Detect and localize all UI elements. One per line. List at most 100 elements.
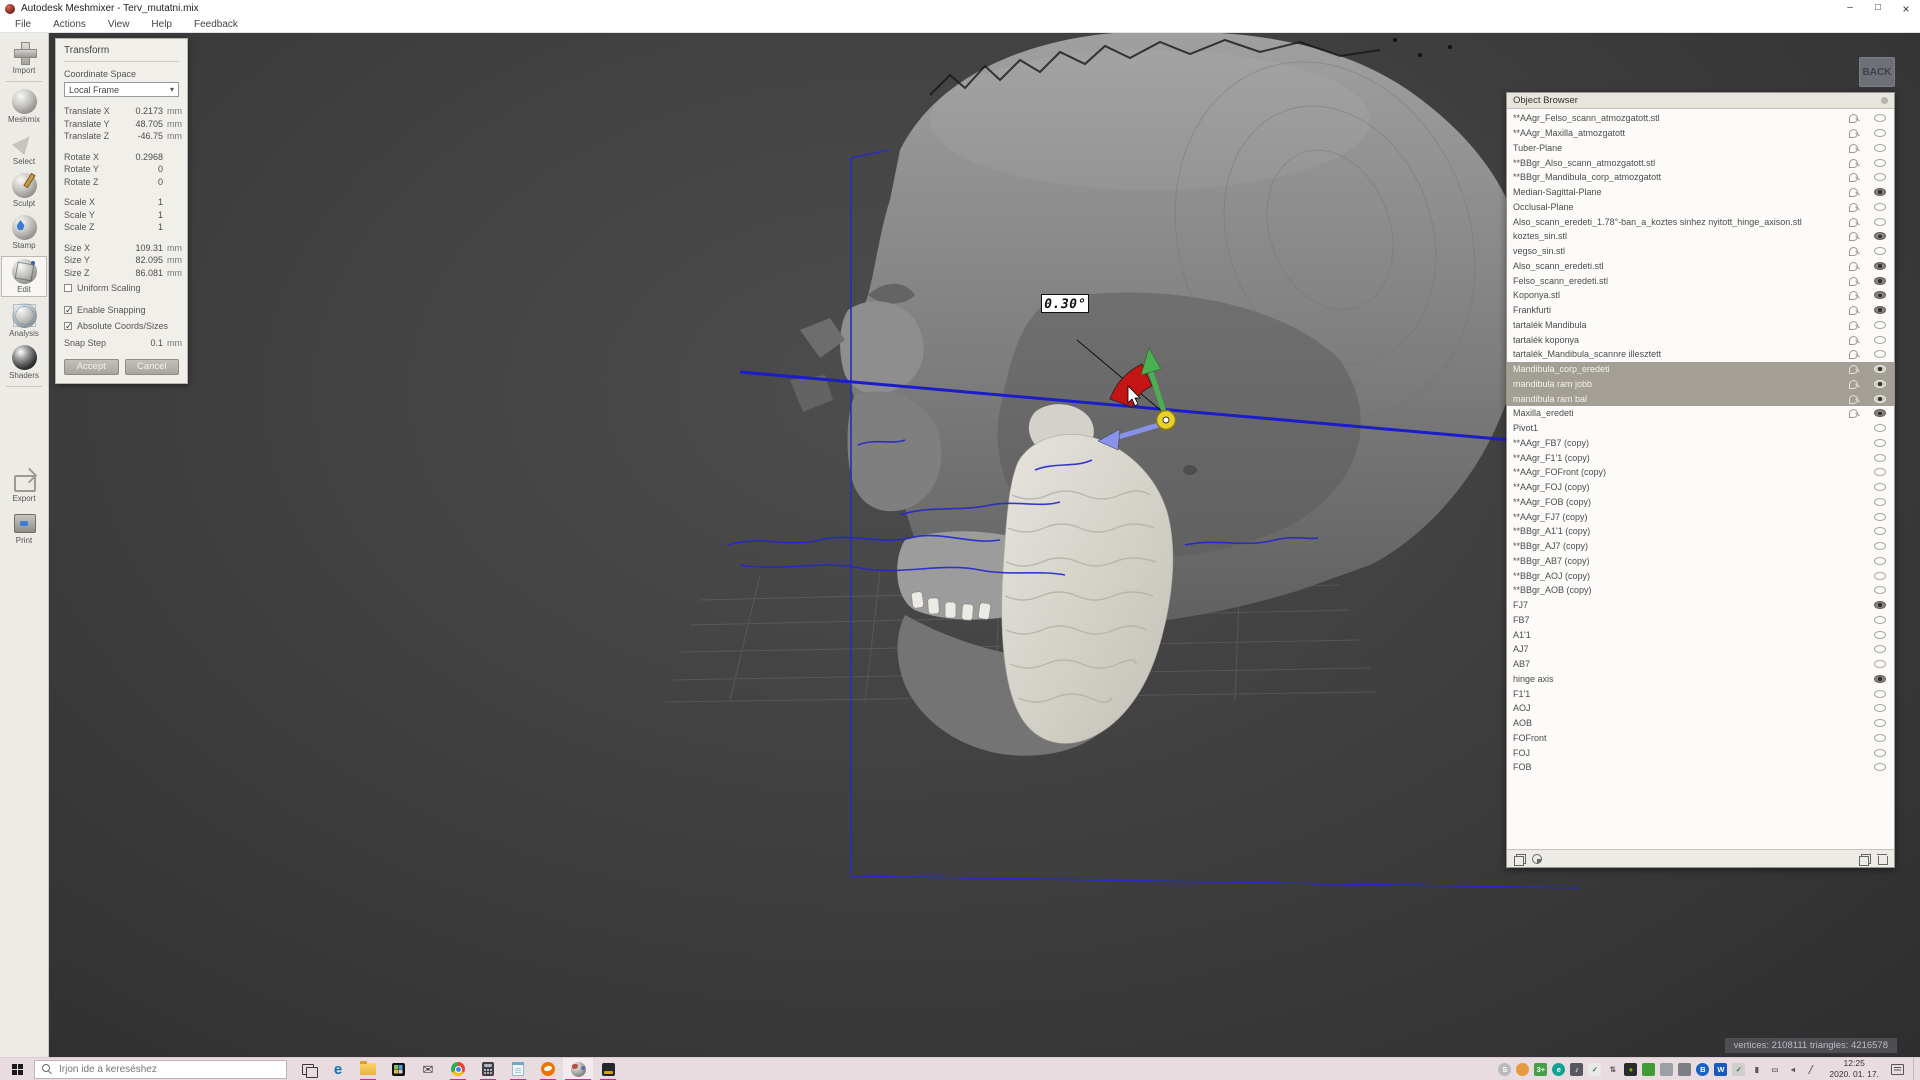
tray-volume[interactable]: ◄ (1786, 1063, 1799, 1076)
eye-closed-icon[interactable] (1866, 572, 1894, 580)
object-row[interactable]: tartalék Mandibula (1507, 318, 1894, 333)
eye-open-icon[interactable] (1866, 675, 1894, 683)
field-value[interactable]: 1 (125, 210, 163, 220)
object-row[interactable]: AJ7 (1507, 642, 1894, 657)
taskbar-store[interactable] (383, 1058, 413, 1080)
object-row[interactable]: Occlusal-Plane (1507, 200, 1894, 215)
object-row[interactable]: hinge axis (1507, 672, 1894, 687)
eye-closed-icon[interactable] (1866, 159, 1894, 167)
tray-s-badge[interactable]: S (1498, 1063, 1511, 1076)
object-row[interactable]: Pivot1 (1507, 421, 1894, 436)
taskbar-chrome[interactable] (443, 1058, 473, 1080)
pin-target-icon[interactable] (1842, 261, 1866, 271)
tray-microphone[interactable]: ♪ (1570, 1063, 1583, 1076)
object-row[interactable]: A1'1 (1507, 627, 1894, 642)
tray-nvidia-settings[interactable]: ● (1624, 1063, 1637, 1076)
object-row[interactable]: Maxilla_eredeti (1507, 406, 1894, 421)
eye-closed-icon[interactable] (1866, 586, 1894, 594)
field-translate-y[interactable]: Translate Y48.705mm (64, 118, 179, 131)
eye-closed-icon[interactable] (1866, 439, 1894, 447)
field-value[interactable]: 1 (125, 222, 163, 232)
object-row[interactable]: FJ7 (1507, 598, 1894, 613)
field-value[interactable]: 86.081 (125, 268, 163, 278)
search-input[interactable] (59, 1064, 286, 1075)
field-scale-z[interactable]: Scale Z1 (64, 221, 179, 234)
field-size-x[interactable]: Size X109.31mm (64, 242, 179, 255)
tray-usb-device[interactable]: ▮ (1750, 1063, 1763, 1076)
eye-closed-icon[interactable] (1866, 513, 1894, 521)
tool-analysis[interactable]: Analysis (0, 303, 48, 338)
eye-open-icon[interactable] (1866, 232, 1894, 240)
eye-closed-icon[interactable] (1866, 498, 1894, 506)
cancel-button[interactable]: Cancel (125, 359, 180, 375)
eye-closed-icon[interactable] (1866, 247, 1894, 255)
tool-edit[interactable]: Edit (2, 257, 46, 296)
field-value[interactable]: 109.31 (125, 243, 163, 253)
object-row[interactable]: Mandibula_corp_eredeti (1507, 362, 1894, 377)
start-button[interactable] (0, 1058, 34, 1080)
eye-closed-icon[interactable] (1866, 631, 1894, 639)
notification-center-icon[interactable] (1891, 1064, 1904, 1075)
field-size-y[interactable]: Size Y82.095mm (64, 254, 179, 267)
field-size-z[interactable]: Size Z86.081mm (64, 267, 179, 280)
snap-step-field[interactable]: Snap Step 0.1 mm (64, 337, 179, 350)
field-rotate-y[interactable]: Rotate Y0 (64, 163, 179, 176)
eye-closed-icon[interactable] (1866, 321, 1894, 329)
eye-closed-icon[interactable] (1866, 454, 1894, 462)
tray-updown-arrows[interactable]: ⇅ (1606, 1063, 1619, 1076)
tray-update-badge[interactable]: 3+ (1534, 1063, 1547, 1076)
object-row[interactable]: **AAgr_FJ7 (copy) (1507, 509, 1894, 524)
pin-target-icon[interactable] (1842, 335, 1866, 345)
tray-orange-ball[interactable] (1516, 1063, 1529, 1076)
object-row[interactable]: **BBgr_AOB (copy) (1507, 583, 1894, 598)
eye-closed-icon[interactable] (1866, 660, 1894, 668)
pin-target-icon[interactable] (1842, 158, 1866, 168)
absolute-coords-checkbox[interactable]: Absolute Coords/Sizes (64, 319, 179, 333)
object-row[interactable]: tartalék_Mandibula_scannre illesztett (1507, 347, 1894, 362)
eye-open-icon[interactable] (1866, 365, 1894, 373)
tool-import[interactable]: Import (0, 40, 48, 75)
tray-display-network[interactable]: ▭ (1768, 1063, 1781, 1076)
object-row[interactable]: Also_scann_eredeti.stl (1507, 259, 1894, 274)
eye-closed-icon[interactable] (1866, 144, 1894, 152)
taskbar-calculator[interactable] (473, 1058, 503, 1080)
field-value[interactable]: 1 (125, 197, 163, 207)
pivot-icon[interactable] (1531, 853, 1543, 865)
show-desktop-button[interactable] (1913, 1058, 1918, 1080)
object-row[interactable]: Median-Sagittal-Plane (1507, 185, 1894, 200)
tray-screen-app[interactable] (1678, 1063, 1691, 1076)
object-row[interactable]: Felso_scann_eredeti.stl (1507, 273, 1894, 288)
eye-closed-icon[interactable] (1866, 203, 1894, 211)
pin-target-icon[interactable] (1842, 379, 1866, 389)
object-row[interactable]: FOFront (1507, 731, 1894, 746)
tool-sculpt[interactable]: Sculpt (0, 173, 48, 208)
object-row[interactable]: **AAgr_FOJ (copy) (1507, 480, 1894, 495)
menu-help[interactable]: Help (140, 19, 183, 30)
object-row[interactable]: FOB (1507, 760, 1894, 775)
eye-closed-icon[interactable] (1866, 350, 1894, 358)
accept-button[interactable]: Accept (64, 359, 119, 375)
taskbar-meshmixer[interactable] (563, 1058, 593, 1080)
field-scale-y[interactable]: Scale Y1 (64, 209, 179, 222)
object-row[interactable]: mandibula ram jobb (1507, 377, 1894, 392)
pin-target-icon[interactable] (1842, 143, 1866, 153)
eye-closed-icon[interactable] (1866, 424, 1894, 432)
menu-actions[interactable]: Actions (42, 19, 97, 30)
taskbar-explorer[interactable] (353, 1058, 383, 1080)
taskbar-taskview[interactable] (293, 1058, 323, 1080)
field-rotate-x[interactable]: Rotate X0.2968 (64, 151, 179, 164)
object-row[interactable]: **BBgr_Mandibula_corp_atmozgatott (1507, 170, 1894, 185)
menu-view[interactable]: View (97, 19, 141, 30)
object-row[interactable]: FOJ (1507, 745, 1894, 760)
field-translate-x[interactable]: Translate X0.2173mm (64, 105, 179, 118)
field-value[interactable]: 48.705 (125, 119, 163, 129)
field-scale-x[interactable]: Scale X1 (64, 196, 179, 209)
eye-closed-icon[interactable] (1866, 734, 1894, 742)
field-rotate-z[interactable]: Rotate Z0 (64, 176, 179, 189)
eye-open-icon[interactable] (1866, 188, 1894, 196)
coordinate-space-select[interactable]: Local Frame (64, 82, 179, 97)
object-row[interactable]: Frankfurti (1507, 303, 1894, 318)
tool-export[interactable]: Export (0, 468, 48, 503)
tray-sync-app[interactable] (1642, 1063, 1655, 1076)
trash-icon[interactable] (1876, 853, 1888, 865)
